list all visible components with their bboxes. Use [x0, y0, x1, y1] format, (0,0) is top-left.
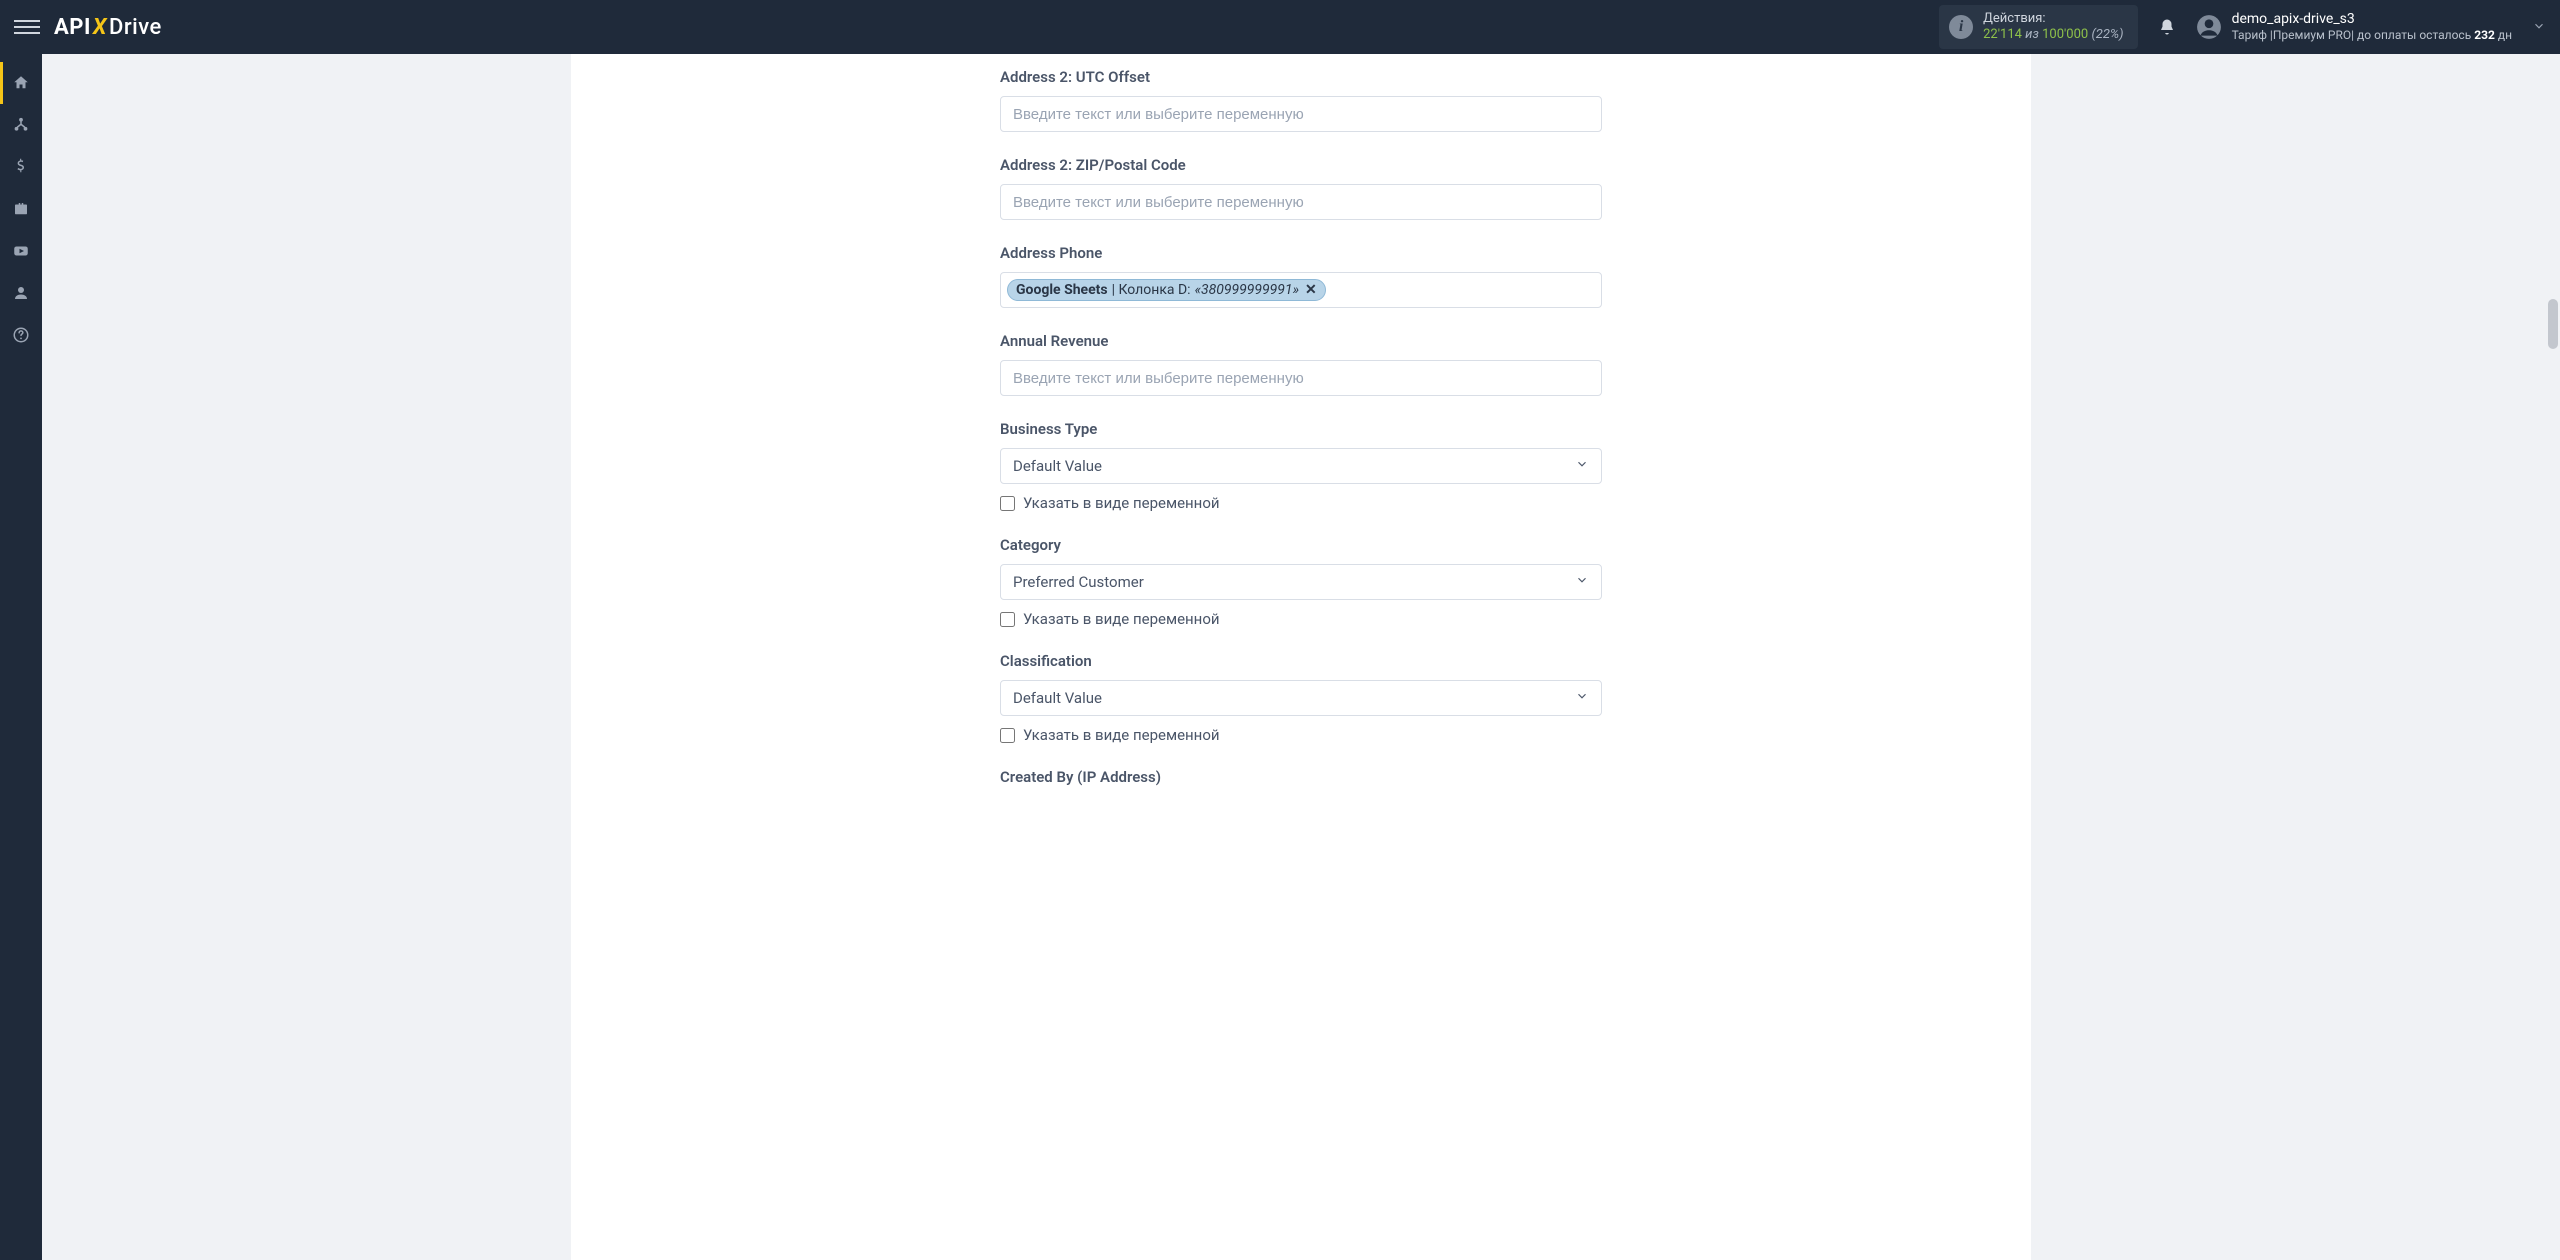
chip-source: Google Sheets	[1016, 282, 1108, 298]
input-addr2-zip[interactable]	[1000, 184, 1602, 220]
input-annual-revenue[interactable]	[1000, 360, 1602, 396]
main-content-area: Address 2: UTC Offset Address 2: ZIP/Pos…	[42, 54, 2560, 1260]
logo-text-drive: Drive	[109, 15, 162, 40]
input-addr2-utc-offset[interactable]	[1000, 96, 1602, 132]
select-business-type[interactable]: Default Value	[1000, 448, 1602, 484]
label-addr2-zip: Address 2: ZIP/Postal Code	[1000, 156, 1602, 174]
label-classification: Classification	[1000, 652, 1602, 670]
checkbox-label: Указать в виде переменной	[1023, 610, 1220, 628]
user-info-block[interactable]: demo_apix-drive_s3 Тариф |Премиум PRO| д…	[2232, 11, 2512, 42]
actions-quota-text: Действия: 22'114 из 100'000 (22%)	[1983, 11, 2123, 42]
select-category[interactable]: Preferred Customer	[1000, 564, 1602, 600]
actions-count: 22'114	[1983, 27, 2022, 42]
label-created-by-ip: Created By (IP Address)	[1000, 768, 1602, 786]
checkbox-business-type-variable[interactable]: Указать в виде переменной	[1000, 494, 1602, 512]
label-category: Category	[1000, 536, 1602, 554]
user-menu-chevron-icon[interactable]	[2532, 18, 2546, 37]
app-logo[interactable]: API X Drive	[54, 15, 162, 40]
user-tariff: Тариф |Премиум PRO| до оплаты осталось 2…	[2232, 28, 2512, 42]
checkbox-label: Указать в виде переменной	[1023, 726, 1220, 744]
checkbox-input[interactable]	[1000, 728, 1015, 743]
label-addr2-utc-offset: Address 2: UTC Offset	[1000, 68, 1602, 86]
chip-remove-icon[interactable]: ✕	[1305, 282, 1317, 298]
actions-total: 100'000	[2042, 27, 2088, 42]
actions-label: Действия:	[1983, 11, 2123, 27]
nav-billing-icon[interactable]	[0, 146, 42, 188]
actions-of: из	[2025, 27, 2039, 42]
select-classification-value: Default Value	[1013, 689, 1102, 707]
chip-value: «380999999991»	[1195, 282, 1299, 298]
notifications-button[interactable]	[2158, 18, 2176, 36]
chip-sep: | Колонка D:	[1112, 282, 1191, 298]
side-nav	[0, 54, 42, 1260]
form-card: Address 2: UTC Offset Address 2: ZIP/Pos…	[571, 54, 2031, 1260]
chevron-down-icon	[1575, 689, 1589, 707]
nav-home-icon[interactable]	[0, 62, 42, 104]
logo-text-api: API	[54, 15, 91, 40]
nav-video-icon[interactable]	[0, 230, 42, 272]
checkbox-input[interactable]	[1000, 496, 1015, 511]
nav-account-icon[interactable]	[0, 272, 42, 314]
select-classification[interactable]: Default Value	[1000, 680, 1602, 716]
checkbox-label: Указать в виде переменной	[1023, 494, 1220, 512]
chip-address-phone[interactable]: Google Sheets | Колонка D: «380999999991…	[1007, 279, 1326, 301]
label-annual-revenue: Annual Revenue	[1000, 332, 1602, 350]
chevron-down-icon	[1575, 457, 1589, 475]
select-category-value: Preferred Customer	[1013, 573, 1144, 591]
checkbox-classification-variable[interactable]: Указать в виде переменной	[1000, 726, 1602, 744]
top-bar: API X Drive i Действия: 22'114 из 100'00…	[0, 0, 2560, 54]
user-avatar-icon[interactable]	[2196, 14, 2222, 40]
checkbox-category-variable[interactable]: Указать в виде переменной	[1000, 610, 1602, 628]
nav-help-icon[interactable]	[0, 314, 42, 356]
actions-quota-box[interactable]: i Действия: 22'114 из 100'000 (22%)	[1939, 5, 2137, 48]
label-business-type: Business Type	[1000, 420, 1602, 438]
scrollbar-track[interactable]	[2548, 54, 2558, 1260]
user-name: demo_apix-drive_s3	[2232, 11, 2512, 28]
actions-percent: (22%)	[2091, 27, 2123, 42]
nav-connections-icon[interactable]	[0, 104, 42, 146]
select-business-type-value: Default Value	[1013, 457, 1102, 475]
info-icon: i	[1949, 15, 1973, 39]
label-address-phone: Address Phone	[1000, 244, 1602, 262]
checkbox-input[interactable]	[1000, 612, 1015, 627]
scrollbar-thumb[interactable]	[2548, 299, 2558, 349]
nav-briefcase-icon[interactable]	[0, 188, 42, 230]
hamburger-menu-button[interactable]	[14, 14, 40, 40]
logo-text-x: X	[93, 15, 107, 40]
chevron-down-icon	[1575, 573, 1589, 591]
input-address-phone[interactable]: Google Sheets | Колонка D: «380999999991…	[1000, 272, 1602, 308]
